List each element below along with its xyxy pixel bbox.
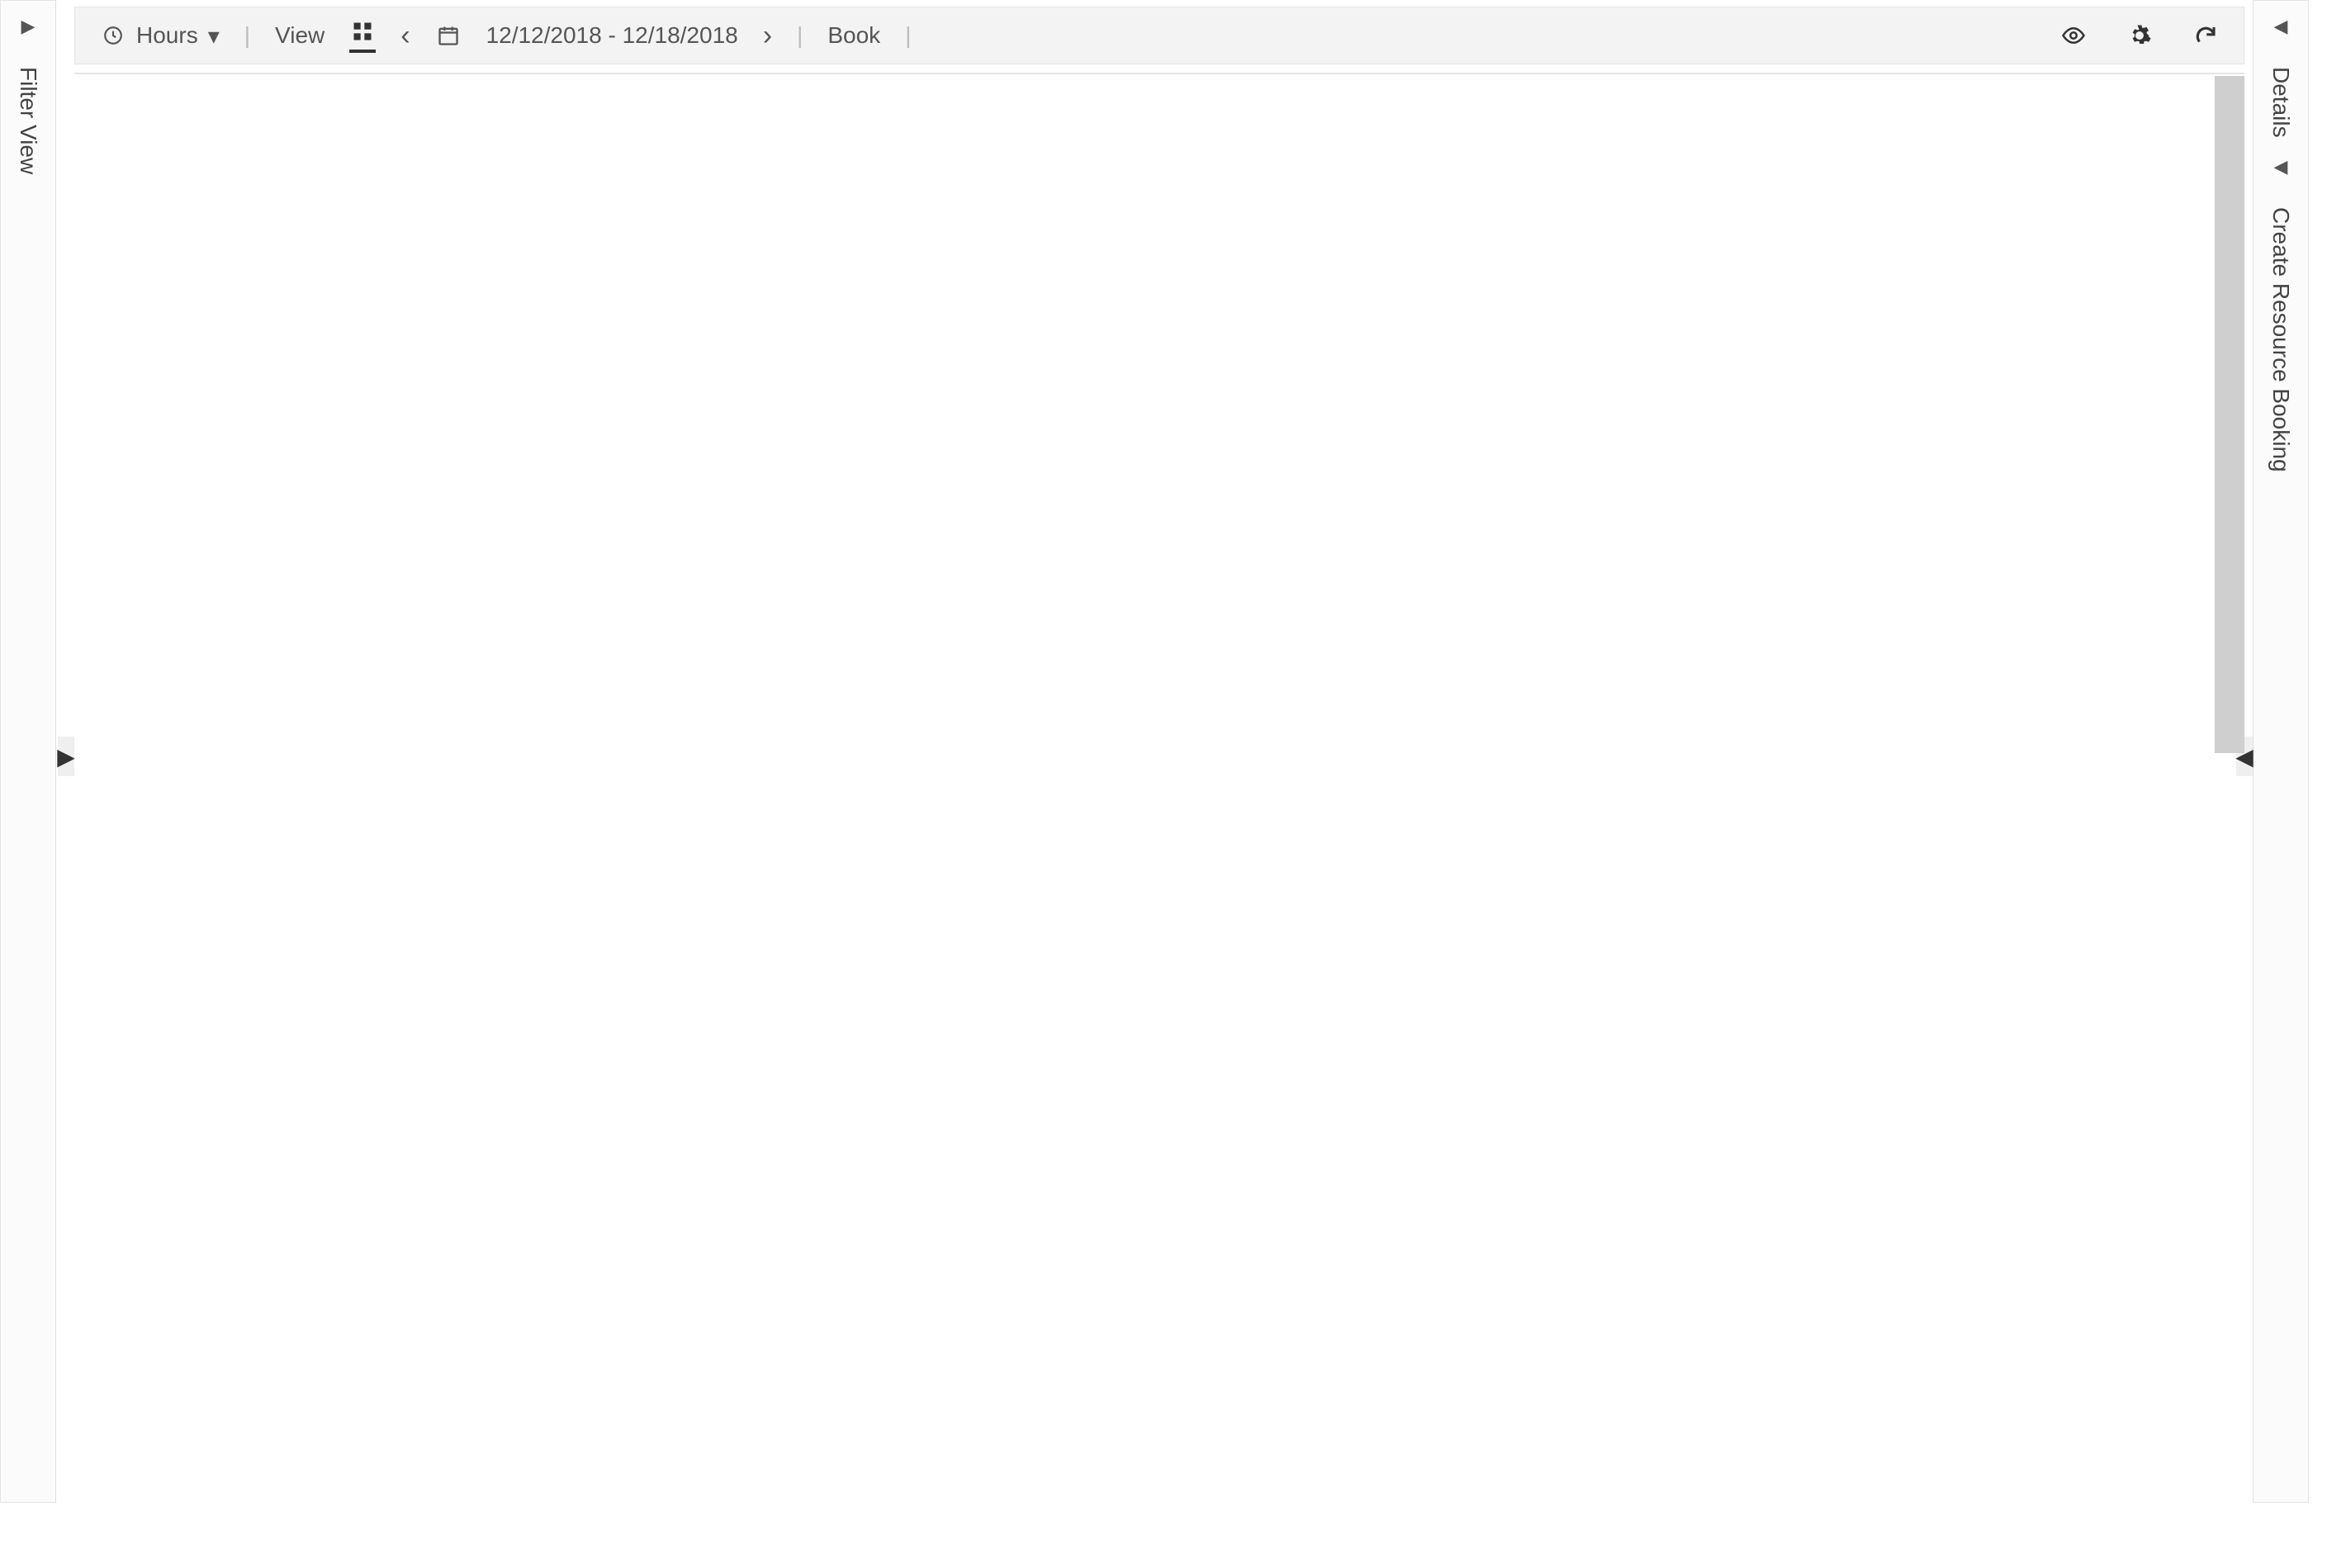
right-panel-collapsed[interactable]: ◀ Details ◀ Create Resource Booking — [2253, 0, 2309, 1503]
filter-view-panel-collapsed[interactable]: ▶ Filter View — [0, 0, 56, 1503]
eye-icon[interactable] — [2060, 22, 2087, 49]
chevron-right-icon: ▶ — [21, 16, 36, 37]
separator: | — [244, 22, 250, 49]
filter-view-label: Filter View — [15, 67, 41, 174]
prev-button[interactable]: ‹ — [400, 20, 410, 52]
next-button[interactable]: › — [763, 20, 772, 52]
separator: | — [905, 22, 911, 49]
separator: | — [797, 22, 803, 49]
hours-label: Hours — [136, 22, 198, 49]
grid-icon — [349, 18, 376, 45]
view-label: View — [275, 22, 325, 49]
scrollbar-thumb[interactable] — [2215, 76, 2244, 753]
calendar-button[interactable] — [435, 22, 462, 49]
details-label: Details — [2268, 67, 2294, 138]
hours-dropdown[interactable]: Hours ▾ — [100, 22, 220, 50]
chevron-left-icon: ◀ — [2274, 156, 2288, 178]
gear-icon[interactable] — [2126, 22, 2153, 49]
book-button[interactable]: Book — [827, 22, 880, 49]
toolbar: Hours ▾ | View ‹ 12/12/2018 - 12/18/2018… — [74, 7, 2244, 64]
create-booking-label: Create Resource Booking — [2268, 207, 2294, 472]
caret-down-icon: ▾ — [208, 22, 220, 50]
clock-icon — [100, 22, 126, 49]
date-range[interactable]: 12/12/2018 - 12/18/2018 — [486, 22, 738, 49]
refresh-icon[interactable] — [2192, 22, 2219, 49]
chevron-left-icon: ‹ — [400, 20, 410, 52]
schedule-grid: Team⌄ Team Photos⌄ Start Time⌄ End Time⌄… — [74, 73, 2244, 74]
grid-view-button[interactable] — [349, 18, 376, 53]
calendar-icon — [435, 22, 462, 49]
chevron-right-icon: › — [763, 20, 772, 52]
column-headers: Team⌄ Team Photos⌄ Start Time⌄ End Time⌄… — [75, 73, 2244, 74]
left-panel-toggle[interactable]: ▶ — [58, 737, 74, 776]
chevron-left-icon: ◀ — [2274, 16, 2288, 37]
